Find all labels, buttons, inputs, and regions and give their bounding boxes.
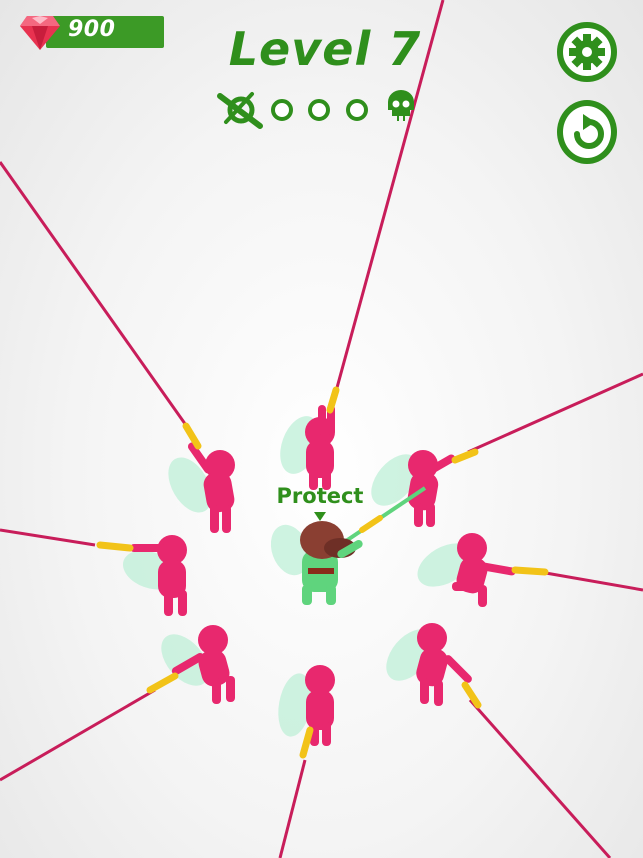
skull-icon	[388, 90, 414, 121]
enemy-upper-right	[407, 450, 456, 527]
gem-icon	[20, 16, 60, 50]
stage-progress	[217, 90, 414, 129]
stage-dot-3	[308, 99, 330, 121]
restart-icon	[574, 114, 604, 149]
level-title: Level 7	[228, 22, 422, 76]
enemy-lower-right	[416, 623, 472, 706]
restart-button[interactable]	[557, 100, 617, 164]
protect-arrow-icon	[314, 512, 326, 521]
player-weapon	[359, 515, 383, 533]
sword-slash-icon	[217, 92, 263, 129]
enemy-right	[452, 533, 516, 607]
protect-label: Protect	[276, 484, 364, 508]
gem-count: 900	[68, 17, 116, 42]
settings-button[interactable]	[557, 22, 617, 82]
stage-dot-4	[346, 99, 368, 121]
gem-counter: 900	[18, 12, 164, 52]
gear-icon	[569, 34, 605, 70]
stage-dot-2	[271, 99, 293, 121]
